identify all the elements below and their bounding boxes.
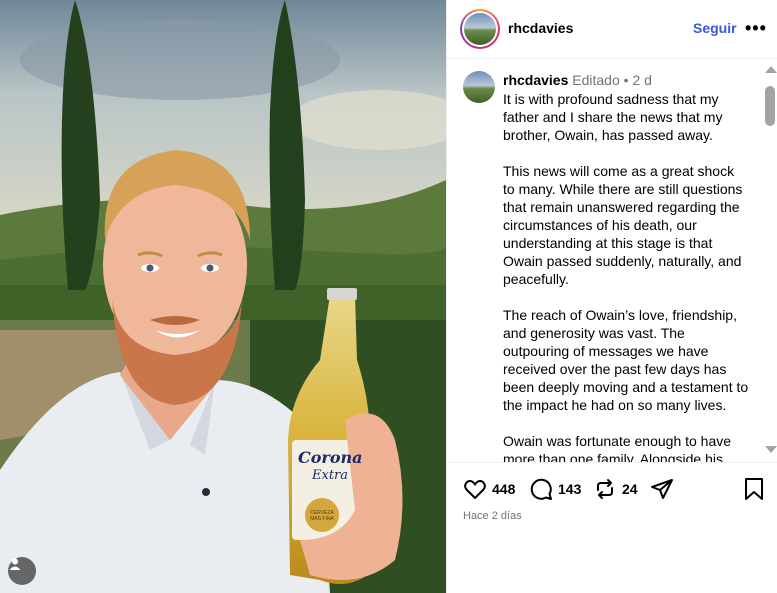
post-actions: 448 143 24 Hace 2 días <box>447 462 777 593</box>
share-action[interactable] <box>650 477 674 501</box>
caption-paragraph: The reach of Owain’s love, friendship, a… <box>503 307 749 413</box>
caption-paragraph: Owain was fortunate enough to have more … <box>503 433 732 462</box>
like-action[interactable]: 448 <box>463 477 515 501</box>
bottle-label-seal: CERVEZA MAS FINA <box>310 510 334 522</box>
meta-separator: • <box>623 72 629 88</box>
like-count: 448 <box>492 481 516 497</box>
author-avatar[interactable] <box>460 9 500 49</box>
repost-count: 24 <box>622 481 638 497</box>
caption-age: 2 d <box>632 72 652 88</box>
heart-icon[interactable] <box>463 477 487 501</box>
scroll-thumb[interactable] <box>765 86 775 126</box>
repost-icon[interactable] <box>593 477 617 501</box>
post-side-panel: rhcdavies Seguir ••• rhcdavies Editado •… <box>446 0 777 593</box>
post-timestamp[interactable]: Hace 2 días <box>463 510 522 522</box>
bottle-label-top: Corona <box>298 448 363 467</box>
person-tag-icon[interactable] <box>8 557 36 585</box>
bottle-label-sub: Extra <box>312 468 349 483</box>
comment-icon[interactable] <box>529 477 553 501</box>
edited-label: Editado <box>572 72 620 88</box>
caption-paragraph: This news will come as a great shock to … <box>503 163 743 287</box>
comment-action[interactable]: 143 <box>529 477 581 501</box>
post-header: rhcdavies Seguir ••• <box>447 0 777 59</box>
caption-area: rhcdavies Editado • 2 d It is with profo… <box>447 60 777 462</box>
follow-button[interactable]: Seguir <box>693 20 737 36</box>
caption-header: rhcdavies Editado • 2 d <box>503 72 652 88</box>
save-action[interactable] <box>743 477 765 501</box>
caption-username[interactable]: rhcdavies <box>503 72 568 88</box>
caption-avatar[interactable] <box>463 71 495 103</box>
repost-action[interactable]: 24 <box>593 477 638 501</box>
author-username[interactable]: rhcdavies <box>508 20 573 36</box>
scroll-down-arrow-icon[interactable] <box>765 446 777 453</box>
bookmark-icon[interactable] <box>743 477 765 501</box>
share-icon[interactable] <box>650 477 674 501</box>
post-photo[interactable]: Corona Extra CERVEZA MAS FINA <box>0 0 446 593</box>
caption-text: It is with profound sadness that my fath… <box>503 90 749 462</box>
caption-scrollbar[interactable] <box>763 60 777 462</box>
caption-paragraph: It is with profound sadness that my fath… <box>503 91 723 143</box>
comment-count: 143 <box>558 481 582 497</box>
photo-illustration <box>0 0 446 593</box>
scroll-up-arrow-icon[interactable] <box>765 66 777 73</box>
more-options-icon[interactable]: ••• <box>745 18 767 39</box>
